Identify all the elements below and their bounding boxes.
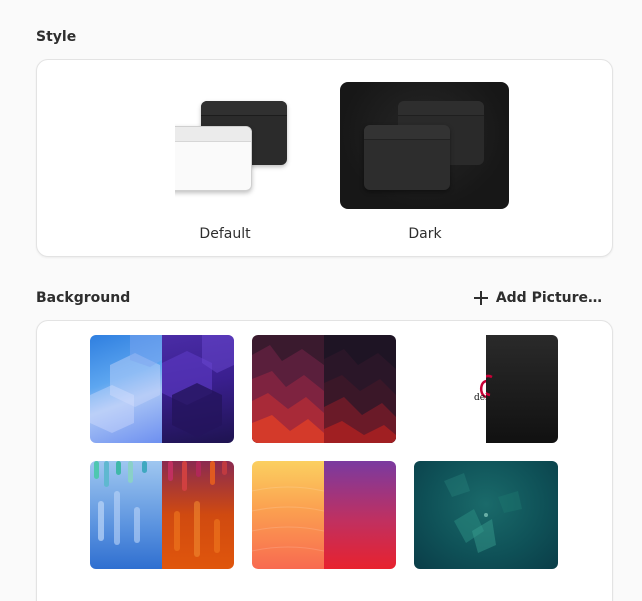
default-front-window: [175, 126, 252, 191]
style-option-default[interactable]: [175, 82, 345, 210]
wallpaper-thumbnail-debian[interactable]: debian: [414, 335, 558, 443]
wallpaper-thumbnail-teal[interactable]: [414, 461, 558, 569]
dark-front-window: [364, 125, 450, 190]
style-option-dark[interactable]: [340, 82, 509, 209]
wallpaper-thumbnail-waves[interactable]: [252, 335, 396, 443]
add-picture-button[interactable]: Add Picture…: [473, 287, 602, 309]
wallpaper-thumbnail-drips[interactable]: [90, 461, 234, 569]
wallpaper-thumbnail-blobs[interactable]: [90, 335, 234, 443]
background-section-title: Background: [36, 290, 131, 306]
style-option-dark-label: Dark: [408, 226, 442, 242]
add-picture-label: Add Picture…: [495, 290, 602, 306]
plus-icon: [473, 291, 488, 305]
debian-swirl-icon-dark: [480, 374, 493, 397]
style-option-default-label: Default: [199, 226, 251, 242]
style-section-title: Style: [36, 29, 77, 45]
debian-swirl-icon: [479, 379, 493, 399]
style-card: Default Dark: [36, 59, 613, 257]
wallpaper-thumbnail-amber[interactable]: [252, 461, 396, 569]
background-card: debian: [36, 320, 613, 601]
